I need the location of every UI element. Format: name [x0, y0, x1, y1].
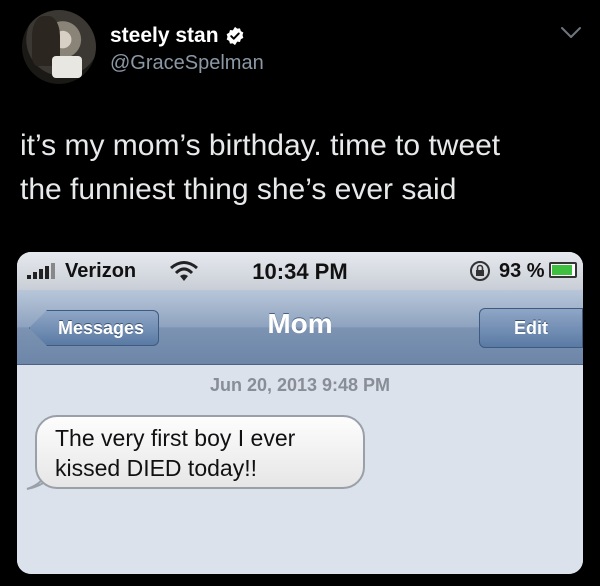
- embedded-screenshot[interactable]: Verizon 10:34 PM 93 % Messages Mom Edit …: [17, 252, 583, 574]
- rotation-lock-icon: [470, 261, 490, 281]
- battery-fill: [552, 265, 573, 275]
- message-bubble[interactable]: The very first boy I ever kissed DIED to…: [35, 415, 365, 489]
- display-name-text: steely stan: [110, 24, 219, 47]
- tweet-text-line: the funniest thing she’s ever said: [20, 173, 457, 206]
- display-name[interactable]: steely stan: [110, 24, 245, 48]
- message-line: The very first boy I ever: [55, 425, 296, 451]
- status-bar: Verizon 10:34 PM 93 %: [17, 252, 583, 290]
- battery-percent: 93 %: [499, 260, 545, 282]
- message-timestamp: Jun 20, 2013 9:48 PM: [209, 375, 391, 395]
- edit-button[interactable]: Edit: [479, 308, 583, 348]
- nav-bar: Messages Mom Edit: [17, 290, 583, 365]
- message-line: kissed DIED today!!: [55, 455, 257, 481]
- tweet-text: it’s my mom’s birthday. time to tweet th…: [20, 124, 580, 212]
- avatar[interactable]: [22, 10, 96, 84]
- chevron-down-icon[interactable]: [560, 26, 582, 40]
- conversation-area: Jun 20, 2013 9:48 PM The very first boy …: [17, 365, 583, 574]
- verified-badge-icon: [226, 26, 243, 46]
- user-handle[interactable]: @GraceSpelman: [110, 52, 264, 75]
- tweet-text-line: it’s my mom’s birthday. time to tweet: [20, 129, 501, 162]
- battery-icon: [549, 262, 577, 278]
- avatar-shirt: [52, 56, 82, 78]
